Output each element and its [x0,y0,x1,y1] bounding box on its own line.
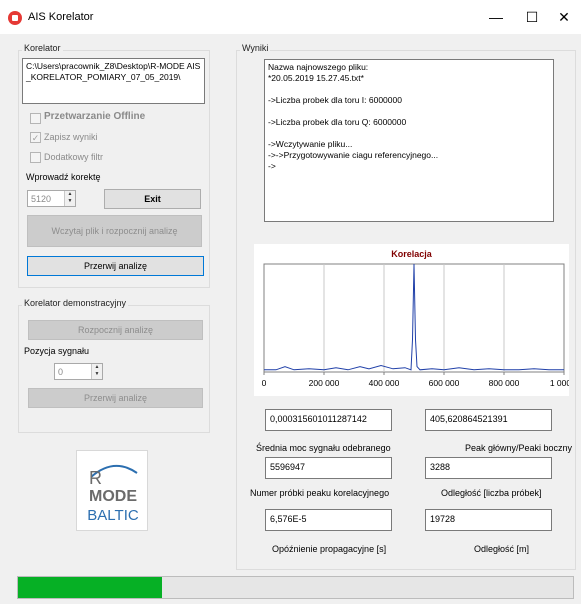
signal-position-label: Pozycja sygnału [24,346,90,356]
maximize-button[interactable]: ☐ [514,8,550,28]
extra-filter-checkbox[interactable] [30,152,41,163]
x-tick-label: 0 [262,378,267,388]
progress-fill [18,577,163,598]
file-path-textbox[interactable]: C:\Users\pracownik_Z8\Desktop\R-MODE AIS… [22,58,205,104]
peak-ratio-field[interactable]: 405,620864521391 [425,409,552,431]
avg-power-field[interactable]: 0,000315601011287142 [265,409,392,431]
app-icon [8,11,22,25]
correction-value: 5120 [31,194,52,204]
logo-r: R [89,468,102,488]
window-title: AIS Korelator [28,11,94,23]
title-bar: AIS Korelator — ☐ ✕ [0,0,581,34]
progress-bar [17,576,574,599]
peak-ratio-label: Peak główny/Peaki boczny [465,443,573,453]
logo-mode: MODE [89,488,137,505]
correction-label: Wprowadź korektę [26,172,101,182]
correction-spinbox[interactable]: 5120 ▲ ▼ [27,190,76,207]
spin-arrows-icon[interactable]: ▲ ▼ [64,191,75,206]
offline-label: Przetwarzanie Offline [44,111,146,122]
distance-samples-field[interactable]: 3288 [425,457,552,479]
propagation-delay-label: Opóźnienie propagacyjne [s] [272,544,387,554]
distance-samples-label: Odległość [liczba próbek] [441,488,542,498]
extra-filter-label: Dodatkowy filtr [44,152,104,162]
wyniki-group-title: Wyniki [240,43,271,53]
minimize-button[interactable]: — [478,8,514,28]
correlation-chart: Korelacja 0 200 000 400 000 600 000 800 000 1… [254,244,569,396]
demo-stop-button[interactable]: Przerwij analizę [28,388,203,408]
x-tick-label: 800 000 [489,378,520,388]
x-tick-label: 400 000 [369,378,400,388]
save-results-label: Zapisz wyniki [44,132,98,142]
demo-group-title: Korelator demonstracyjny [22,298,129,308]
distance-m-label: Odległość [m] [474,544,530,554]
demo-start-button[interactable]: Rozpocznij analizę [28,320,203,340]
x-tick-label: 1 000 0 [550,378,569,388]
results-log[interactable]: Nazwa najnowszego pliku: *20.05.2019 15.… [264,59,554,222]
spin-arrows-icon[interactable]: ▲ ▼ [91,364,102,379]
x-tick-label: 200 000 [309,378,340,388]
peak-sample-field[interactable]: 5596947 [265,457,392,479]
signal-position-spinbox[interactable]: 0 ▲ ▼ [54,363,103,380]
stop-analysis-button[interactable]: Przerwij analizę [27,256,204,276]
close-button[interactable]: ✕ [546,8,581,28]
peak-sample-label: Numer próbki peaku korelacyjnego [250,488,390,498]
avg-power-label: Średnia moc sygnału odebranego [256,443,391,453]
rmode-baltic-logo: R MODE BALTIC [76,450,148,531]
signal-position-value: 0 [58,367,64,377]
x-tick-label: 600 000 [429,378,460,388]
korelator-group-title: Korelator [22,43,63,53]
logo-baltic: BALTIC [87,507,139,524]
propagation-delay-field[interactable]: 6,576E-5 [265,509,392,531]
save-results-checkbox[interactable]: ✓ [30,132,41,143]
exit-button[interactable]: Exit [104,189,201,209]
chart-plot: 0 200 000 400 000 600 000 800 000 1 000 0 [262,263,569,388]
load-and-analyze-button[interactable]: Wczytaj plik i rozpocznij analizę [27,215,202,247]
offline-checkbox[interactable] [30,113,41,124]
distance-m-field[interactable]: 19728 [425,509,552,531]
